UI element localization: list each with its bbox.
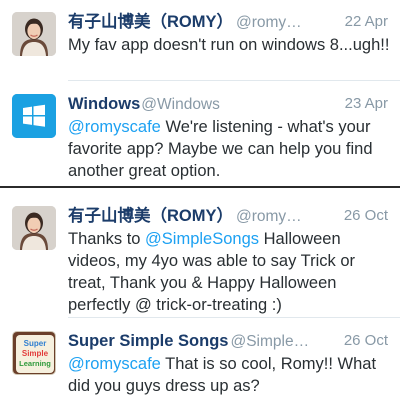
logo-text: Super — [24, 339, 47, 348]
super-simple-learning-logo: Super Simple Learning — [13, 332, 55, 374]
author-name[interactable]: Windows — [68, 95, 140, 113]
tweet[interactable]: Windows@Windows 23 Apr @romyscafe We're … — [0, 80, 400, 180]
avatar[interactable] — [12, 12, 56, 56]
tweet-text: @romyscafe We're listening - what's your… — [68, 116, 390, 180]
mention-link[interactable]: @romyscafe — [68, 355, 161, 373]
conversation-separator — [0, 180, 400, 193]
mention-link[interactable]: @romyscafe — [68, 118, 161, 136]
conversation-panel-bottom: 有子山博美（ROMY） @romy… 26 Oct Thanks to @Simp… — [0, 193, 400, 400]
author-handle[interactable]: @Simple… — [230, 333, 309, 350]
person-photo-icon — [12, 12, 56, 56]
tweet-date[interactable]: 22 Apr — [338, 12, 388, 32]
tweet[interactable]: 有子山博美（ROMY） @romy… 22 Apr My fav app does… — [0, 0, 400, 80]
tweet-text-content: Thanks to — [68, 230, 146, 248]
logo-text: Simple — [22, 349, 49, 358]
avatar[interactable] — [12, 206, 56, 250]
tweet-text: @romyscafe That is so cool, Romy!! What … — [68, 353, 390, 397]
tweet-text-content: My fav app doesn't run on windows 8...ug… — [68, 36, 390, 54]
tweet-text: Thanks to @SimpleSongs Halloween videos,… — [68, 228, 390, 316]
conversation-panel-top: 有子山博美（ROMY） @romy… 22 Apr My fav app does… — [0, 0, 400, 180]
person-photo-icon — [12, 206, 56, 250]
tweet[interactable]: 有子山博美（ROMY） @romy… 26 Oct Thanks to @Simp… — [0, 193, 400, 314]
avatar[interactable] — [12, 94, 56, 138]
author-name[interactable]: Super Simple Songs — [68, 332, 228, 350]
tweet-date[interactable]: 23 Apr — [345, 94, 388, 114]
author-handle[interactable]: @Windows — [141, 96, 220, 113]
windows-logo-icon — [12, 94, 56, 138]
logo-text: Learning — [19, 359, 51, 368]
separator-line — [0, 186, 400, 188]
author-handle[interactable]: @romy… — [236, 14, 302, 31]
author-handle[interactable]: @romy… — [236, 208, 302, 225]
mention-link[interactable]: @SimpleSongs — [145, 230, 259, 248]
tweet-text: My fav app doesn't run on windows 8...ug… — [68, 34, 390, 56]
author-name[interactable]: 有子山博美（ROMY） — [68, 207, 233, 225]
tweet-date[interactable]: 26 Oct — [337, 206, 388, 226]
tweet[interactable]: Super Simple Learning Super Simple Songs… — [0, 317, 400, 400]
tweet-date[interactable]: 26 Oct — [337, 331, 388, 351]
author-name[interactable]: 有子山博美（ROMY） — [68, 13, 233, 31]
avatar[interactable]: Super Simple Learning — [12, 331, 56, 375]
